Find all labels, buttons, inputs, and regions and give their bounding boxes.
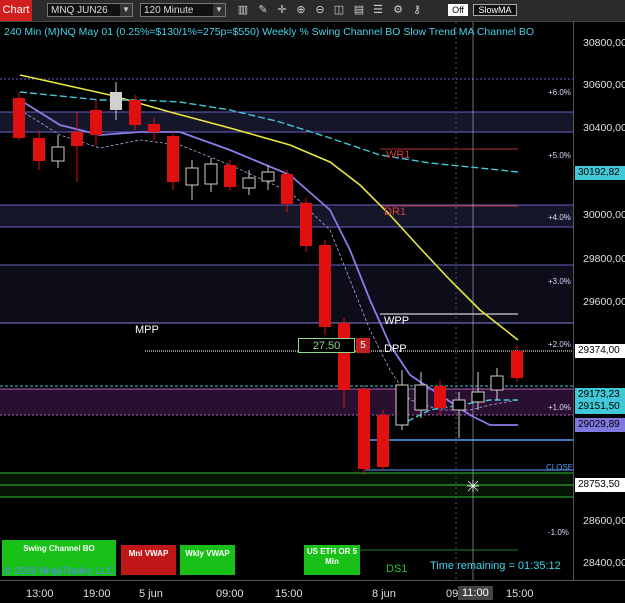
time-cursor-label: 11:00 xyxy=(458,586,493,600)
time-remaining: Time remaining = 01:35:12 xyxy=(430,560,561,572)
dr1-label: DR1 xyxy=(384,206,407,218)
pct-label: +6.0% xyxy=(548,88,571,97)
us-eth-label: US ETH OR 5 Min xyxy=(306,547,358,566)
price-marker-vwap: 30192,82 xyxy=(575,166,625,180)
pct-label: -1.0% xyxy=(548,528,569,537)
measure-value-box: 27.50 xyxy=(298,338,355,353)
price-marker-last: 29374,00 xyxy=(575,344,625,358)
wr1-label: WR1 xyxy=(386,149,411,161)
price-tick: 28600,00 xyxy=(583,515,625,527)
price-chart-svg[interactable] xyxy=(0,0,625,602)
chart-title: 240 Min (M)NQ May 01 (0.25%=$130/1%=275p… xyxy=(4,26,535,38)
pct-label: +1.0% xyxy=(548,403,571,412)
time-tick: 15:00 xyxy=(506,588,534,600)
pct-label: +3.0% xyxy=(548,277,571,286)
measure-count-box: 5 xyxy=(356,338,370,353)
time-tick: 09:00 xyxy=(216,588,244,600)
value-zone xyxy=(0,389,573,415)
us-eth-indicator: US ETH OR 5 Min xyxy=(304,545,360,575)
resistance-zone xyxy=(0,112,573,132)
price-marker-vwap-lower: 29151,50 xyxy=(575,400,625,414)
mnl-vwap-indicator: Mnl VWAP xyxy=(121,545,176,575)
pct-label: +4.0% xyxy=(548,213,571,222)
price-marker-channel: 29029,89 xyxy=(575,418,625,432)
pct-label: +2.0% xyxy=(548,340,571,349)
swing-channel-label: Swing Channel BO xyxy=(23,544,95,553)
time-tick: 8 jun xyxy=(372,588,396,600)
price-tick: 30800,00 xyxy=(583,37,625,49)
channel-inner-line xyxy=(19,109,519,411)
pct-label: +5.0% xyxy=(548,151,571,160)
copyright-text: © 2026 NinjaTrader, LLC xyxy=(4,566,115,577)
mnl-vwap-label: Mnl VWAP xyxy=(128,549,169,558)
price-tick: 30600,00 xyxy=(583,79,625,91)
wkly-vwap-label: Wkly VWAP xyxy=(185,549,230,558)
price-marker-close: 28753,50 xyxy=(575,478,625,492)
time-tick: 15:00 xyxy=(275,588,303,600)
price-tick: 29800,00 xyxy=(583,253,625,265)
price-tick: 30000,00 xyxy=(583,209,625,221)
price-tick: 30400,00 xyxy=(583,122,625,134)
ds1-label: DS1 xyxy=(386,563,408,575)
dpp-label: DPP xyxy=(384,343,407,355)
time-tick: 09 xyxy=(446,588,459,600)
price-tick: 28400,00 xyxy=(583,557,625,569)
wkly-vwap-indicator: Wkly VWAP xyxy=(180,545,235,575)
wpp-label: WPP xyxy=(384,315,410,327)
time-tick: 19:00 xyxy=(83,588,111,600)
price-tick: 29600,00 xyxy=(583,296,625,308)
close-label: CLOSE xyxy=(546,463,574,472)
crosshair-marker xyxy=(467,480,479,492)
time-tick: 13:00 xyxy=(26,588,54,600)
time-tick: 5 jun xyxy=(139,588,163,600)
mpp-label: MPP xyxy=(135,324,159,336)
